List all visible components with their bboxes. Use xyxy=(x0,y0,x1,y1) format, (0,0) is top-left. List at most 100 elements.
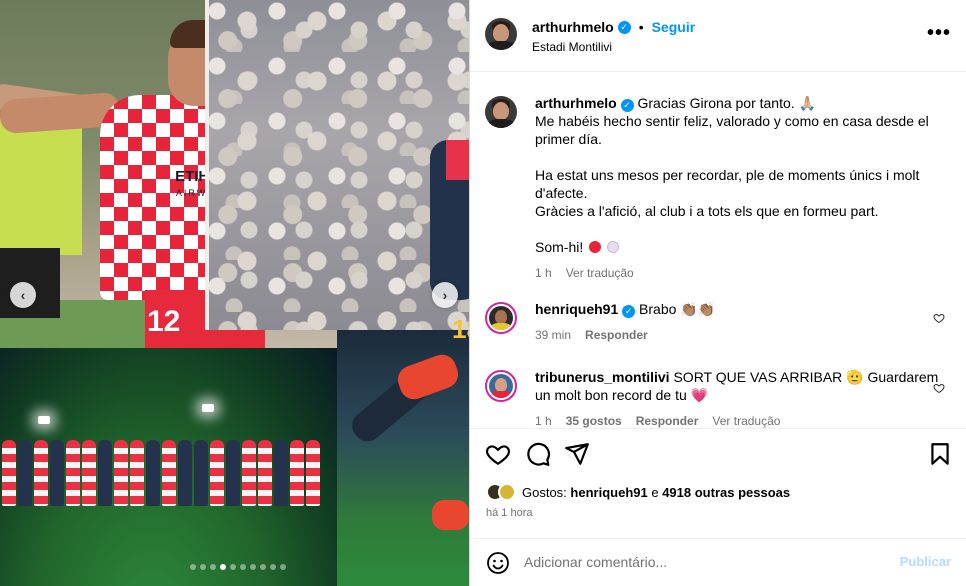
author-line: arthurhmelo ✓ • Seguir xyxy=(532,19,695,35)
carousel-prev-button[interactable]: ‹ xyxy=(10,282,36,308)
player-boot xyxy=(432,500,469,530)
carousel-dot xyxy=(240,564,246,570)
post-header: arthurhmelo ✓ • Seguir Estadi Montilivi … xyxy=(470,0,966,72)
commenter-avatar[interactable] xyxy=(485,302,517,334)
team-player xyxy=(130,440,144,506)
comment-likes[interactable]: 35 gostos xyxy=(566,412,622,428)
post-media-carousel[interactable]: ETIHAD AIRWAYS 12 1 ‹ › xyxy=(0,0,469,586)
team-player xyxy=(178,440,192,506)
photo-team-celebration xyxy=(0,348,337,586)
publish-button[interactable]: Publicar xyxy=(900,554,951,569)
team-player xyxy=(18,440,32,506)
white-circle-icon xyxy=(607,241,620,253)
caption-line: Gracias Girona por tanto. 🙏🏼 xyxy=(637,95,816,111)
team-lineup xyxy=(0,440,337,510)
team-player xyxy=(274,440,288,506)
post-location[interactable]: Estadi Montilivi xyxy=(532,40,612,54)
likes-others[interactable]: 4918 outras pessoas xyxy=(662,485,790,500)
carousel-dot xyxy=(200,564,206,570)
like-comment-heart-icon[interactable] xyxy=(933,312,945,324)
caption-meta: 1 h Ver tradução xyxy=(535,264,945,282)
translate-link[interactable]: Ver tradução xyxy=(566,264,634,282)
carousel-next-button[interactable]: › xyxy=(432,282,458,308)
comment-input[interactable] xyxy=(524,549,884,575)
caption-line: Som-hi! xyxy=(535,239,584,255)
author-avatar[interactable] xyxy=(485,18,517,50)
caption-line: Gràcies a l'afició, al club i a tots els… xyxy=(535,203,879,219)
instagram-post-modal: ETIHAD AIRWAYS 12 1 ‹ › arthurhmelo ✓ • … xyxy=(0,0,966,586)
shirt-number: 12 xyxy=(147,305,181,338)
carousel-dot xyxy=(260,564,266,570)
post-actions: Gostos: henriqueh91 e 4918 outras pessoa… xyxy=(470,428,966,538)
caption-username[interactable]: arthurhmelo xyxy=(535,95,617,111)
team-player xyxy=(306,440,320,506)
team-player xyxy=(210,440,224,506)
comment-username[interactable]: tribunerus_montilivi xyxy=(535,369,670,385)
comment-body: tribunerus_montilivi SORT QUE VAS ARRIBA… xyxy=(535,368,945,428)
comments-section[interactable]: arthurhmelo ✓ Gracias Girona por tanto. … xyxy=(470,72,966,428)
verified-badge-icon: ✓ xyxy=(617,20,631,34)
likes-text: Gostos: henriqueh91 e 4918 outras pessoa… xyxy=(522,485,790,500)
team-player xyxy=(50,440,64,506)
carousel-dot xyxy=(250,564,256,570)
likes-summary[interactable]: Gostos: henriqueh91 e 4918 outras pessoa… xyxy=(486,483,790,501)
referee-shorts xyxy=(0,248,60,318)
carousel-dot xyxy=(230,564,236,570)
team-player xyxy=(242,440,256,506)
comment-text: Brabo 👏🏽👏🏽 xyxy=(639,301,716,317)
team-player xyxy=(2,440,16,506)
bookmark-icon[interactable] xyxy=(927,441,953,467)
comment-time[interactable]: 1 h xyxy=(535,412,552,428)
comment-body: henriqueh91 ✓ Brabo 👏🏽👏🏽 39 min Responde… xyxy=(535,300,945,344)
team-player xyxy=(114,440,128,506)
team-player xyxy=(162,440,176,506)
likes-prefix: Gostos: xyxy=(522,484,567,500)
reply-button[interactable]: Responder xyxy=(585,326,648,344)
team-player xyxy=(98,440,112,506)
team-player xyxy=(290,440,304,506)
carousel-dot xyxy=(210,564,216,570)
team-player xyxy=(34,440,48,506)
likes-and: e xyxy=(651,484,659,500)
share-send-icon[interactable] xyxy=(564,441,590,467)
carousel-dot xyxy=(220,564,226,570)
collage-divider xyxy=(205,0,209,330)
team-player xyxy=(194,440,208,506)
reply-button[interactable]: Responder xyxy=(636,412,699,428)
comment-composer: Publicar xyxy=(470,538,966,586)
separator: • xyxy=(638,19,644,35)
floodlight xyxy=(38,416,50,424)
commenter-avatar[interactable] xyxy=(485,370,517,402)
likes-user[interactable]: henriqueh91 xyxy=(570,485,647,500)
translate-link[interactable]: Ver tradução xyxy=(712,412,780,428)
caption-time[interactable]: 1 h xyxy=(535,264,552,282)
post-timestamp[interactable]: há 1 hora xyxy=(486,507,532,519)
comment-time[interactable]: 39 min xyxy=(535,326,571,344)
follow-button[interactable]: Seguir xyxy=(652,19,696,35)
carousel-indicator xyxy=(190,564,286,570)
comment-icon[interactable] xyxy=(525,441,551,467)
like-heart-icon[interactable] xyxy=(485,441,511,467)
comment-username[interactable]: henriqueh91 xyxy=(535,301,618,317)
caption-body: arthurhmelo ✓ Gracias Girona por tanto. … xyxy=(535,94,945,282)
team-player xyxy=(146,440,160,506)
red-circle-icon xyxy=(589,241,602,253)
floodlight xyxy=(202,404,214,412)
carousel-dot xyxy=(280,564,286,570)
emoji-smiley-icon[interactable] xyxy=(486,551,510,575)
team-player xyxy=(66,440,80,506)
caption-line: Ha estat uns mesos per recordar, ple de … xyxy=(535,167,920,201)
chevron-left-icon: ‹ xyxy=(20,287,26,303)
team-player xyxy=(258,440,272,506)
post-side-panel: arthurhmelo ✓ • Seguir Estadi Montilivi … xyxy=(469,0,966,586)
author-avatar[interactable] xyxy=(485,96,517,128)
carousel-dot xyxy=(190,564,196,570)
carousel-dot xyxy=(270,564,276,570)
comment-meta: 1 h 35 gostos Responder Ver tradução xyxy=(535,412,945,428)
team-player xyxy=(82,440,96,506)
more-options-icon[interactable]: ••• xyxy=(927,22,951,45)
author-username[interactable]: arthurhmelo xyxy=(532,19,614,35)
liker-avatar xyxy=(498,483,516,501)
team-player xyxy=(226,440,240,506)
like-comment-heart-icon[interactable] xyxy=(933,382,945,394)
